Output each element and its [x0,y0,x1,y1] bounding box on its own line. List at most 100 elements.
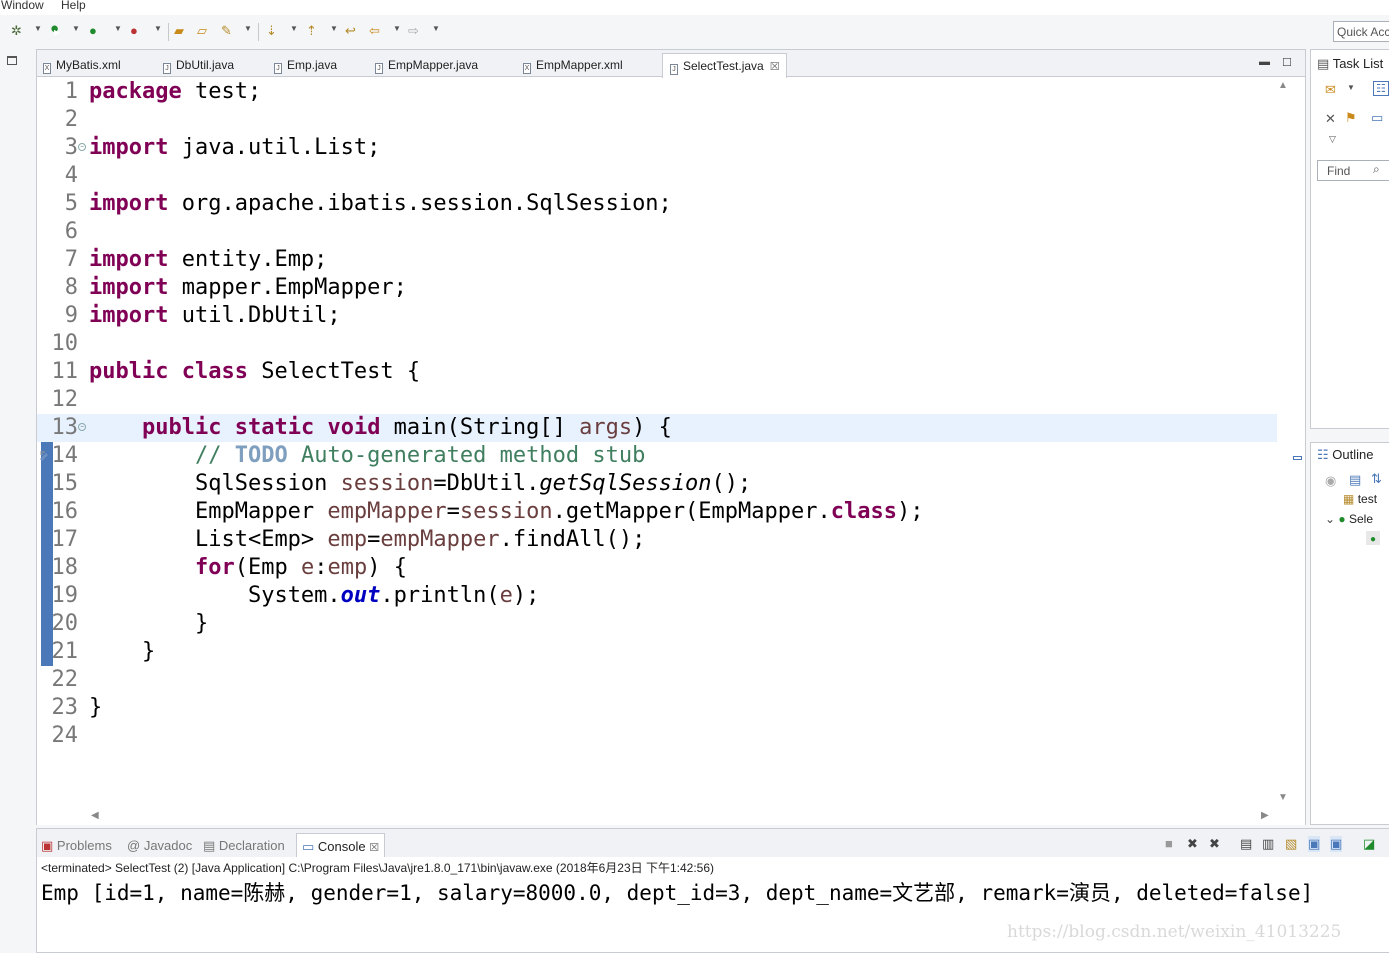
collapse-icon[interactable]: ✕ [1325,111,1336,127]
minimize-icon[interactable]: ▬ [1259,56,1270,68]
line-number: 1 [64,79,78,104]
display-console-icon[interactable]: ▣ [1330,836,1343,852]
pin-console-icon[interactable]: ▣ [1308,836,1321,852]
scroll-left-icon[interactable]: ◀ [91,810,99,821]
remove-launch-icon[interactable]: ✖ [1187,836,1198,852]
open-console-icon[interactable]: ◪ [1363,836,1375,852]
right-panel-stack: ▤ Task List ✉ ▼ ☷ ✕ ⚑ ▭ ▽ Find ⌕ ☷ Outlin… [1310,49,1389,825]
parameter: args [579,415,633,440]
java-file-icon: J [274,63,282,74]
tab-selecttest-java[interactable]: J SelectTest.java ☒ [662,53,787,78]
line-number: 4 [64,163,78,188]
line-number: 2 [64,107,78,132]
tab-console[interactable]: ▭ Console ☒ [296,833,386,857]
categorize-icon[interactable]: ☷ [1373,81,1389,96]
coverage-icon[interactable]: ● [89,23,97,39]
code-text: // TODO Auto-generated method stub [89,442,645,470]
local-variable: session [459,499,553,524]
view-menu-icon[interactable]: ▽ [1329,134,1336,145]
java-file-icon: J [670,64,678,75]
prev-annotation-dropdown-icon[interactable]: ▼ [330,24,338,33]
last-edit-location-icon[interactable]: ↩ [345,23,356,39]
search-dropdown-icon[interactable]: ▼ [244,24,252,33]
sort-icon[interactable]: ⇅ [1371,471,1382,487]
code-line: 1 package test; [37,78,1277,106]
tab-dbutil-java[interactable]: J DbUtil.java [163,53,234,77]
scroll-up-icon[interactable]: ▲ [1278,80,1288,91]
restore-icon[interactable] [7,56,17,65]
line-number: 21 [51,639,79,664]
line-number: 24 [51,723,79,748]
tab-problems[interactable]: ▣ Problems [41,833,112,857]
clear-console-icon[interactable]: ▤ [1240,836,1252,852]
line-number: 5 [64,191,78,216]
back-icon[interactable]: ⇦ [369,23,380,39]
next-annotation-icon[interactable]: ⇣ [266,23,277,39]
hide-fields-icon[interactable]: ◉ [1325,473,1336,489]
code-line: 19 System.out.println(e); [37,582,1277,610]
task-list-tab[interactable]: ▤ Task List [1317,56,1383,72]
comment: Auto-generated method stub [287,443,646,468]
fold-toggle-icon[interactable]: − [78,143,86,151]
close-tab-icon[interactable]: ☒ [770,61,780,73]
scroll-down-icon[interactable]: ▼ [1278,792,1288,803]
run-dropdown-icon[interactable]: ▼ [72,24,80,33]
new-java-project-icon[interactable]: ▰ [174,23,184,39]
search-pen-icon[interactable]: ✎ [221,23,232,39]
task-find-input[interactable]: Find ⌕ [1317,160,1389,181]
back-dropdown-icon[interactable]: ▼ [393,24,401,33]
minimize-view-icon[interactable]: ▭ [1371,110,1383,126]
new-task-dropdown-icon[interactable]: ▼ [1347,83,1355,92]
code-text: List<Emp> emp=empMapper.findAll(); [89,526,645,554]
debug-dropdown-icon[interactable]: ▼ [34,24,42,33]
code-line: 2 [37,106,1277,134]
remove-all-launches-icon[interactable]: ✖ [1209,836,1220,852]
tab-empmapper-java[interactable]: J EmpMapper.java [375,53,478,77]
horizontal-scrollbar[interactable]: ◀ ▶ [89,809,1275,825]
menu-help[interactable]: Help [61,0,86,12]
tab-empmapper-xml[interactable]: X EmpMapper.xml [523,53,623,77]
tab-label: EmpMapper.java [388,58,479,72]
fold-toggle-icon[interactable]: − [78,423,86,431]
scroll-right-icon[interactable]: ▶ [1261,810,1269,821]
menu-window[interactable]: Window [1,0,44,12]
vertical-scrollbar[interactable]: ▲ ▼ [1275,78,1291,808]
code-token: ); [897,499,924,524]
tab-emp-java[interactable]: J Emp.java [274,53,337,77]
code-text: SqlSession session=DbUtil.getSqlSession(… [89,470,751,498]
forward-dropdown-icon[interactable]: ▼ [432,24,440,33]
outline-label: Outline [1332,447,1374,462]
code-area[interactable]: 1 package test; 2 3− import java.util.List… [37,78,1305,825]
scroll-lock-icon[interactable]: ▥ [1262,836,1274,852]
minimized-view-icon[interactable] [1293,456,1302,460]
maximize-icon[interactable]: ☐ [1282,56,1292,69]
tab-declaration[interactable]: ▤ Declaration [203,833,285,857]
tab-mybatis-xml[interactable]: X MyBatis.xml [43,53,121,77]
terminate-icon[interactable]: ■ [1165,836,1173,851]
console-output[interactable]: Emp [id=1, name=陈赫, gender=1, salary=800… [41,877,1313,907]
close-tab-icon[interactable]: ☒ [369,842,379,854]
quick-access-input[interactable]: Quick Acc [1333,21,1389,42]
debug-icon[interactable]: ✲ [11,23,22,39]
external-tools-icon[interactable]: ● [130,23,138,39]
hide-static-icon[interactable]: ▤ [1349,472,1361,488]
code-token: =DbUtil. [433,471,540,496]
task-marker-icon[interactable] [39,450,49,461]
coverage-dropdown-icon[interactable]: ▼ [114,24,122,33]
outline-class-item[interactable]: ⌄ ● Sele [1325,512,1373,526]
code-text: public class SelectTest { [89,358,420,386]
tab-javadoc[interactable]: @ Javadoc [127,833,192,857]
outline-package-item[interactable]: ▦ test [1343,492,1377,506]
outline-method-item[interactable]: ● [1366,531,1381,545]
open-type-icon[interactable]: ▱ [197,23,207,39]
line-number: 10 [51,331,79,356]
new-task-icon[interactable]: ✉ [1325,82,1336,98]
word-wrap-icon[interactable]: ▧ [1285,836,1297,852]
external-tools-dropdown-icon[interactable]: ▼ [154,24,162,33]
next-annotation-dropdown-icon[interactable]: ▼ [290,24,298,33]
forward-icon[interactable]: ⇨ [408,23,419,39]
outline-tab[interactable]: ☷ Outline [1317,447,1373,463]
line-number: 22 [51,667,79,692]
prev-annotation-icon[interactable]: ⇡ [306,23,317,39]
focus-icon[interactable]: ⚑ [1345,110,1357,126]
